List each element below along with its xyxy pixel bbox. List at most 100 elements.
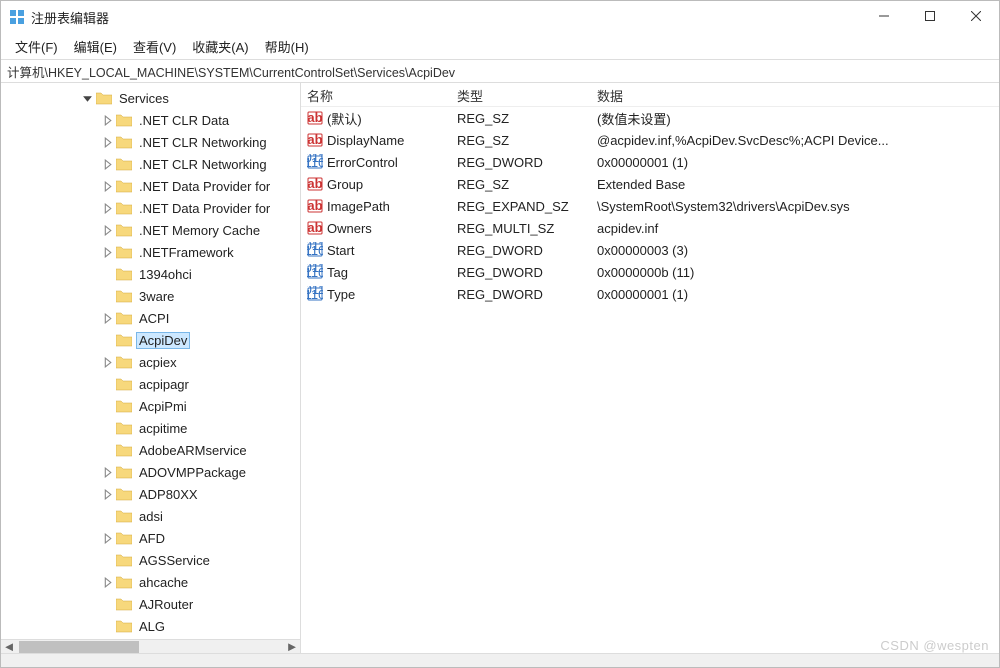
menu-favorites[interactable]: 收藏夹(A)	[184, 34, 256, 59]
column-header-type[interactable]: 类型	[451, 83, 591, 106]
column-header-name[interactable]: 名称	[301, 83, 451, 106]
tree-item[interactable]: .NETFramework	[1, 241, 300, 263]
folder-icon	[116, 443, 132, 457]
tree-item[interactable]: ADOVMPPackage	[1, 461, 300, 483]
string-value-icon: ab	[307, 132, 323, 148]
expander-icon[interactable]	[101, 180, 114, 193]
value-name: Owners	[327, 221, 372, 236]
folder-icon	[116, 333, 132, 347]
expander-icon	[101, 620, 114, 633]
tree-item[interactable]: .NET Data Provider for	[1, 197, 300, 219]
tree-item[interactable]: ahcache	[1, 571, 300, 593]
scroll-thumb[interactable]	[19, 641, 139, 653]
tree-item-label: 1394ohci	[136, 266, 195, 283]
expander-icon[interactable]	[101, 488, 114, 501]
close-button[interactable]	[953, 1, 999, 31]
column-header-data[interactable]: 数据	[591, 83, 999, 106]
tree-item[interactable]: AcpiPmi	[1, 395, 300, 417]
value-row[interactable]: abImagePathREG_EXPAND_SZ\SystemRoot\Syst…	[301, 195, 999, 217]
tree-item[interactable]: .NET CLR Networking	[1, 153, 300, 175]
tree-pane[interactable]: Services.NET CLR Data.NET CLR Networking…	[1, 83, 301, 653]
value-name-cell: ab ImagePath	[301, 198, 451, 214]
expander-icon[interactable]	[101, 246, 114, 259]
value-name-cell: 011110Type	[301, 286, 451, 302]
string-value-icon: ab	[307, 176, 323, 192]
tree-item-label: AFD	[136, 530, 168, 547]
value-row[interactable]: 011110StartREG_DWORD0x00000003 (3)	[301, 239, 999, 261]
folder-icon	[116, 619, 132, 633]
value-name: ErrorControl	[327, 155, 398, 170]
expander-icon	[101, 510, 114, 523]
tree-item[interactable]: acpiex	[1, 351, 300, 373]
folder-icon	[116, 355, 132, 369]
expander-icon[interactable]	[101, 224, 114, 237]
values-list: ab(默认)REG_SZ(数值未设置)abDisplayNameREG_SZ@a…	[301, 107, 999, 305]
value-data-cell: Extended Base	[591, 177, 999, 192]
tree-item-label: .NET Data Provider for	[136, 200, 273, 217]
tree-item-services[interactable]: Services	[1, 87, 300, 109]
expander-icon[interactable]	[101, 576, 114, 589]
value-row[interactable]: abGroupREG_SZExtended Base	[301, 173, 999, 195]
value-row[interactable]: ab(默认)REG_SZ(数值未设置)	[301, 107, 999, 129]
value-row[interactable]: 011110ErrorControlREG_DWORD0x00000001 (1…	[301, 151, 999, 173]
svg-text:110: 110	[307, 265, 323, 280]
scroll-right-icon[interactable]: ►	[284, 640, 300, 654]
tree-item[interactable]: AGSService	[1, 549, 300, 571]
value-row[interactable]: abDisplayNameREG_SZ@acpidev.inf,%AcpiDev…	[301, 129, 999, 151]
value-data-cell: 0x0000000b (11)	[591, 265, 999, 280]
tree-item[interactable]: adsi	[1, 505, 300, 527]
menu-file[interactable]: 文件(F)	[7, 34, 66, 59]
expander-icon[interactable]	[101, 202, 114, 215]
tree-item[interactable]: .NET Data Provider for	[1, 175, 300, 197]
expander-icon[interactable]	[101, 532, 114, 545]
value-row[interactable]: abOwnersREG_MULTI_SZacpidev.inf	[301, 217, 999, 239]
tree-item[interactable]: AdobeARMservice	[1, 439, 300, 461]
menu-view[interactable]: 查看(V)	[125, 34, 184, 59]
menu-bar: 文件(F) 编辑(E) 查看(V) 收藏夹(A) 帮助(H)	[1, 33, 999, 59]
folder-icon	[116, 289, 132, 303]
maximize-button[interactable]	[907, 1, 953, 31]
scroll-left-icon[interactable]: ◄	[1, 640, 17, 654]
tree-item[interactable]: 3ware	[1, 285, 300, 307]
expander-icon[interactable]	[81, 92, 94, 105]
tree-item[interactable]: .NET CLR Data	[1, 109, 300, 131]
binary-value-icon: 011110	[307, 264, 323, 280]
value-row[interactable]: 011110TypeREG_DWORD0x00000001 (1)	[301, 283, 999, 305]
registry-tree: Services.NET CLR Data.NET CLR Networking…	[1, 83, 300, 653]
minimize-button[interactable]	[861, 1, 907, 31]
tree-item[interactable]: .NET CLR Networking	[1, 131, 300, 153]
footer-scrollbar[interactable]	[1, 653, 999, 667]
expander-icon[interactable]	[101, 312, 114, 325]
expander-icon[interactable]	[101, 466, 114, 479]
tree-item-label: ADOVMPPackage	[136, 464, 249, 481]
tree-item[interactable]: ADP80XX	[1, 483, 300, 505]
expander-icon[interactable]	[101, 114, 114, 127]
folder-icon	[116, 245, 132, 259]
tree-item[interactable]: acpipagr	[1, 373, 300, 395]
tree-item[interactable]: AFD	[1, 527, 300, 549]
value-row[interactable]: 011110TagREG_DWORD0x0000000b (11)	[301, 261, 999, 283]
address-bar[interactable]: 计算机\HKEY_LOCAL_MACHINE\SYSTEM\CurrentCon…	[1, 59, 999, 83]
string-value-icon: ab	[307, 198, 323, 214]
expander-icon[interactable]	[101, 136, 114, 149]
menu-edit[interactable]: 编辑(E)	[66, 34, 125, 59]
tree-item[interactable]: .NET Memory Cache	[1, 219, 300, 241]
tree-item[interactable]: acpitime	[1, 417, 300, 439]
string-value-icon: ab	[307, 110, 323, 126]
tree-item[interactable]: AJRouter	[1, 593, 300, 615]
menu-help[interactable]: 帮助(H)	[257, 34, 317, 59]
folder-icon	[116, 597, 132, 611]
tree-horizontal-scrollbar[interactable]: ◄ ►	[1, 639, 300, 653]
binary-value-icon: 011110	[307, 286, 323, 302]
tree-item[interactable]: AcpiDev	[1, 329, 300, 351]
values-pane[interactable]: 名称 类型 数据 ab(默认)REG_SZ(数值未设置)abDisplayNam…	[301, 83, 999, 653]
expander-icon[interactable]	[101, 158, 114, 171]
tree-item[interactable]: ACPI	[1, 307, 300, 329]
value-name: ImagePath	[327, 199, 390, 214]
tree-item-label: AGSService	[136, 552, 213, 569]
folder-icon	[116, 179, 132, 193]
tree-item[interactable]: ALG	[1, 615, 300, 637]
tree-item[interactable]: 1394ohci	[1, 263, 300, 285]
expander-icon[interactable]	[101, 356, 114, 369]
binary-value-icon: 011110	[307, 242, 323, 258]
